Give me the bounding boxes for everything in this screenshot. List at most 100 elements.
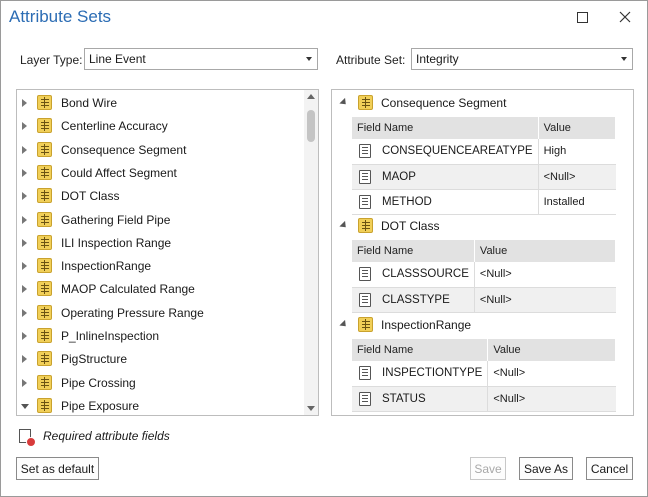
table-row[interactable]: INSPECTIONTYPE <Null> xyxy=(352,361,616,387)
list-item[interactable]: Pipe Crossing xyxy=(17,372,301,394)
expand-right-icon[interactable] xyxy=(22,99,27,107)
list-item-label: Could Affect Segment xyxy=(61,165,177,180)
field-value-cell[interactable]: High xyxy=(537,139,616,165)
save-button[interactable]: Save xyxy=(470,457,506,480)
column-header-value[interactable]: Value xyxy=(538,117,617,139)
table-row[interactable]: CLASSSOURCE <Null> xyxy=(352,262,616,288)
list-item[interactable]: P_InlineInspection xyxy=(17,325,301,347)
expand-right-icon[interactable] xyxy=(22,215,27,224)
save-as-button[interactable]: Save As xyxy=(519,457,573,480)
feature-class-icon xyxy=(37,304,52,320)
list-item[interactable]: Could Affect Segment xyxy=(17,162,301,184)
close-icon[interactable] xyxy=(610,5,640,29)
attribute-grid: Field Name Value INSPECTIONTYPE <Null> STATU… xyxy=(352,339,616,412)
field-value-cell[interactable]: <Null> xyxy=(487,386,616,412)
table-row[interactable]: STATUS <Null> xyxy=(352,386,616,412)
list-item[interactable]: PigStructure xyxy=(17,348,301,370)
feature-class-icon xyxy=(37,397,52,413)
attribute-grid: Field Name Value CONSEQUENCEAREATYPE High MA… xyxy=(352,117,617,215)
list-item[interactable]: Bond Wire xyxy=(17,92,301,114)
column-header-field[interactable]: Field Name xyxy=(352,117,539,139)
maximize-icon[interactable] xyxy=(567,5,597,29)
field-name: METHOD xyxy=(382,195,432,208)
layer-type-label: Layer Type: xyxy=(20,53,83,67)
layer-type-value: Line Event xyxy=(89,52,146,66)
list-item[interactable]: DOT Class xyxy=(17,185,301,207)
feature-class-icon xyxy=(37,281,52,297)
expand-right-icon[interactable] xyxy=(22,262,27,271)
expand-right-icon[interactable] xyxy=(22,378,27,387)
scroll-thumb[interactable] xyxy=(307,110,315,142)
group-name: Consequence Segment xyxy=(381,96,507,110)
expand-down-icon[interactable] xyxy=(21,403,29,409)
expand-right-icon[interactable] xyxy=(22,285,27,294)
list-item[interactable]: MAOP Calculated Range xyxy=(17,278,301,300)
feature-class-icon xyxy=(37,374,52,390)
column-header-value[interactable]: Value xyxy=(474,240,617,262)
expand-right-icon[interactable] xyxy=(22,238,27,247)
field-value-cell[interactable]: <Null> xyxy=(473,262,616,288)
list-item[interactable]: Gathering Field Pipe xyxy=(17,209,301,231)
list-item[interactable]: Pipe Exposure xyxy=(17,395,301,415)
column-header-value[interactable]: Value xyxy=(487,339,616,361)
expand-right-icon[interactable] xyxy=(22,145,27,154)
list-item[interactable]: Centerline Accuracy xyxy=(17,115,301,137)
scroll-down-icon[interactable] xyxy=(307,406,315,411)
set-as-default-button[interactable]: Set as default xyxy=(16,457,99,480)
attribute-set-value: Integrity xyxy=(416,52,459,66)
layer-type-dropdown[interactable]: Line Event xyxy=(84,48,318,70)
list-item[interactable]: Operating Pressure Range xyxy=(17,302,301,324)
expand-right-icon[interactable] xyxy=(22,308,27,317)
collapse-icon[interactable] xyxy=(339,220,349,231)
field-icon xyxy=(359,144,371,158)
field-value-cell[interactable]: <Null> xyxy=(487,361,616,387)
scroll-up-icon[interactable] xyxy=(307,94,315,99)
group-header[interactable]: Consequence Segment xyxy=(332,92,628,114)
field-value-cell[interactable]: Installed xyxy=(537,189,616,215)
expand-right-icon[interactable] xyxy=(22,332,27,340)
group-header[interactable]: DOT Class xyxy=(332,215,628,237)
feature-class-icon xyxy=(37,211,52,227)
collapse-icon[interactable] xyxy=(339,319,349,330)
table-row[interactable]: CONSEQUENCEAREATYPE High xyxy=(352,139,616,165)
list-item[interactable]: InspectionRange xyxy=(17,255,301,277)
column-header-field[interactable]: Field Name xyxy=(352,240,475,262)
feature-class-icon xyxy=(37,234,52,250)
field-name-cell: CLASSSOURCE xyxy=(352,262,475,288)
list-item[interactable]: Consequence Segment xyxy=(17,139,301,161)
attribute-grid: Field Name Value CLASSSOURCE <Null> CLASSTYP… xyxy=(352,240,617,313)
table-row[interactable]: MAOP <Null> xyxy=(352,164,616,190)
feature-class-icon xyxy=(37,141,52,157)
table-row[interactable]: METHOD Installed xyxy=(352,189,616,215)
attribute-set-dropdown[interactable]: Integrity xyxy=(411,48,633,70)
expand-right-icon[interactable] xyxy=(22,168,27,177)
title-bar: Attribute Sets xyxy=(1,1,647,35)
expand-right-icon[interactable] xyxy=(22,192,27,201)
cancel-button[interactable]: Cancel xyxy=(586,457,633,480)
expand-right-icon[interactable] xyxy=(22,122,27,131)
list-item-label: ILI Inspection Range xyxy=(61,235,172,250)
list-item-label: DOT Class xyxy=(61,189,120,204)
list-item-label: Consequence Segment xyxy=(61,142,187,157)
field-name-cell: CONSEQUENCEAREATYPE xyxy=(352,139,539,165)
field-value-cell[interactable]: <Null> xyxy=(537,164,616,190)
list-item[interactable]: ILI Inspection Range xyxy=(17,232,301,254)
list-item-label: Bond Wire xyxy=(61,96,118,110)
field-name: INSPECTIONTYPE xyxy=(382,367,483,380)
field-icon xyxy=(359,366,371,380)
feature-class-icon xyxy=(37,328,52,343)
collapse-icon[interactable] xyxy=(339,97,349,108)
field-value-cell[interactable]: <Null> xyxy=(473,287,616,313)
chevron-down-icon xyxy=(306,57,312,61)
column-header-field[interactable]: Field Name xyxy=(352,339,489,361)
feature-class-icon xyxy=(37,188,52,204)
list-item-label: PigStructure xyxy=(61,352,128,367)
left-scrollbar[interactable] xyxy=(304,90,318,415)
feature-class-icon xyxy=(37,95,52,110)
group-header[interactable]: InspectionRange xyxy=(332,314,628,336)
field-icon xyxy=(359,292,371,307)
field-name-cell: MAOP xyxy=(352,164,539,190)
expand-right-icon[interactable] xyxy=(22,355,27,364)
table-row[interactable]: CLASSTYPE <Null> xyxy=(352,287,616,313)
field-name-cell: INSPECTIONTYPE xyxy=(352,361,488,387)
